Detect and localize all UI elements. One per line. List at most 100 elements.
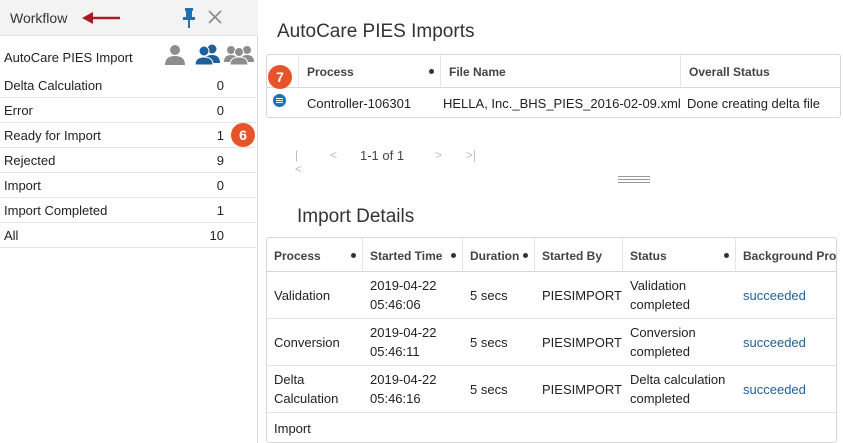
- first-page-button[interactable]: |<: [295, 148, 302, 176]
- column-header-process[interactable]: Process: [267, 238, 363, 272]
- column-header-label: Started Time: [370, 249, 443, 263]
- table-row[interactable]: Conversion 2019-04-22 05:46:11 5 secs PIE…: [267, 319, 836, 366]
- background-process-link[interactable]: succeeded: [736, 319, 836, 365]
- column-header-label: File Name: [449, 65, 506, 79]
- workflow-title: Workflow: [10, 10, 68, 26]
- column-menu-icon[interactable]: [523, 253, 528, 258]
- column-header-label: Duration: [470, 249, 520, 263]
- workflow-panel: Workflow AutoCare PIES Import Delta Calc…: [0, 0, 258, 443]
- workflow-item-label: Import: [4, 178, 41, 193]
- cell-started-by: PIESIMPORT: [542, 287, 622, 303]
- cell-duration: 5 secs: [470, 334, 508, 350]
- column-menu-icon[interactable]: [724, 253, 729, 258]
- background-process-link[interactable]: succeeded: [736, 272, 836, 318]
- column-menu-icon[interactable]: [451, 253, 456, 258]
- workflow-item-label: Rejected: [4, 153, 56, 168]
- import-details-grid: Process Started Time Duration Started By…: [266, 237, 837, 443]
- column-header-started-time[interactable]: Started Time: [363, 238, 463, 272]
- workflow-item-label: Delta Calculation: [4, 78, 103, 93]
- workflow-item-count: 10: [209, 228, 224, 243]
- cell-process-line: Delta: [274, 372, 305, 387]
- cell-started-by: PIESIMPORT: [542, 381, 622, 397]
- cell-process: Delta Calculation: [267, 366, 363, 412]
- section-title-import-details: Import Details: [297, 206, 415, 227]
- cell-process-line: Calculation: [274, 391, 339, 406]
- workflow-item-delta-calculation[interactable]: Delta Calculation 0: [0, 73, 256, 98]
- cell-duration: 5 secs: [470, 381, 508, 397]
- workflow-item-count: 0: [216, 103, 224, 118]
- cell-process: Validation: [274, 287, 331, 303]
- table-row[interactable]: Import: [267, 413, 836, 442]
- cell-process: Import: [274, 420, 311, 436]
- background-process-link[interactable]: succeeded: [736, 366, 836, 412]
- workflow-item-count: 0: [216, 178, 224, 193]
- column-header-label: Status: [630, 249, 667, 263]
- column-header-label: Process: [274, 249, 321, 263]
- arrow-left-icon: [82, 12, 120, 24]
- workflow-item-label: Import Completed: [4, 203, 108, 218]
- callout-badge-6: 6: [231, 123, 255, 147]
- page-info: 1-1 of 1: [360, 148, 405, 163]
- all-users-icon[interactable]: [224, 44, 254, 66]
- imports-grid: Process File Name Overall Status Control…: [266, 54, 841, 118]
- pin-icon[interactable]: [182, 8, 196, 28]
- next-page-button[interactable]: >: [435, 148, 442, 162]
- column-menu-icon[interactable]: [429, 69, 434, 74]
- cell-process: Conversion: [274, 334, 340, 350]
- close-icon[interactable]: [207, 9, 223, 25]
- column-header-label: Background Pro: [743, 249, 837, 263]
- workflow-item-rejected[interactable]: Rejected 9: [0, 148, 256, 173]
- table-cell-process[interactable]: Controller-106301: [299, 88, 441, 117]
- table-row[interactable]: Delta Calculation 2019-04-22 05:46:16 5 se…: [267, 366, 836, 413]
- workflow-item-import-completed[interactable]: Import Completed 1: [0, 198, 256, 223]
- workflow-import-label: AutoCare PIES Import: [4, 50, 133, 65]
- cell-duration: 5 secs: [470, 287, 508, 303]
- workflow-item-count: 1: [216, 128, 224, 143]
- cell-started-time: 2019-04-22 05:46:16: [363, 366, 463, 412]
- workflow-item-label: Error: [4, 103, 33, 118]
- workflow-item-error[interactable]: Error 0: [0, 98, 256, 123]
- workflow-item-ready-for-import[interactable]: Ready for Import 1: [0, 123, 256, 148]
- table-cell-overall-status[interactable]: Done creating delta file: [679, 88, 840, 117]
- workflow-item-count: 9: [216, 153, 224, 168]
- previous-page-button[interactable]: <: [330, 148, 337, 162]
- cell-time: 05:46:11: [370, 344, 420, 359]
- cell-started-by: PIESIMPORT: [542, 334, 622, 350]
- column-header-overall-status[interactable]: Overall Status: [681, 55, 840, 88]
- column-header-status[interactable]: Status: [623, 238, 736, 272]
- row-details-icon[interactable]: [273, 94, 286, 107]
- user-group-icon[interactable]: [194, 44, 222, 66]
- page-title: AutoCare PIES Imports: [277, 21, 475, 42]
- column-header-label: Overall Status: [689, 65, 770, 79]
- workflow-item-count: 0: [216, 78, 224, 93]
- cell-date: 2019-04-22: [370, 372, 437, 387]
- cell-time: 05:46:16: [370, 391, 421, 406]
- cell-status-line: Conversion: [630, 325, 696, 340]
- cell-time: 05:46:06: [370, 297, 421, 312]
- cell-status: Delta calculation completed: [623, 366, 736, 412]
- column-header-label: Process: [307, 65, 354, 79]
- panel-splitter-handle[interactable]: [618, 176, 650, 183]
- table-cell-file-name[interactable]: HELLA, Inc._BHS_PIES_2016-02-09.xml: [435, 88, 681, 117]
- workflow-import-row: AutoCare PIES Import: [0, 44, 258, 72]
- column-header-started-by[interactable]: Started By: [535, 238, 623, 272]
- cell-date: 2019-04-22: [370, 278, 437, 293]
- column-header-process[interactable]: Process: [299, 55, 441, 88]
- column-header-file-name[interactable]: File Name: [441, 55, 681, 88]
- table-row[interactable]: Validation 2019-04-22 05:46:06 5 secs PIE…: [267, 272, 836, 319]
- cell-status-line: completed: [630, 344, 690, 359]
- column-header-duration[interactable]: Duration: [463, 238, 535, 272]
- cell-status-line: Delta calculation: [630, 372, 726, 387]
- last-page-button[interactable]: >|: [466, 148, 476, 162]
- callout-badge-7: 7: [268, 65, 292, 89]
- workflow-item-import[interactable]: Import 0: [0, 173, 256, 198]
- single-user-icon[interactable]: [164, 44, 186, 66]
- column-header-background-process[interactable]: Background Pro: [736, 238, 837, 272]
- workflow-state-list: Delta Calculation 0 Error 0 Ready for Im…: [0, 73, 256, 248]
- cell-date: 2019-04-22: [370, 325, 437, 340]
- column-menu-icon[interactable]: [351, 253, 356, 258]
- workflow-item-all[interactable]: All 10: [0, 223, 256, 248]
- cell-status-line: completed: [630, 391, 690, 406]
- cell-status: Validation completed: [623, 272, 736, 318]
- cell-status: Conversion completed: [623, 319, 736, 365]
